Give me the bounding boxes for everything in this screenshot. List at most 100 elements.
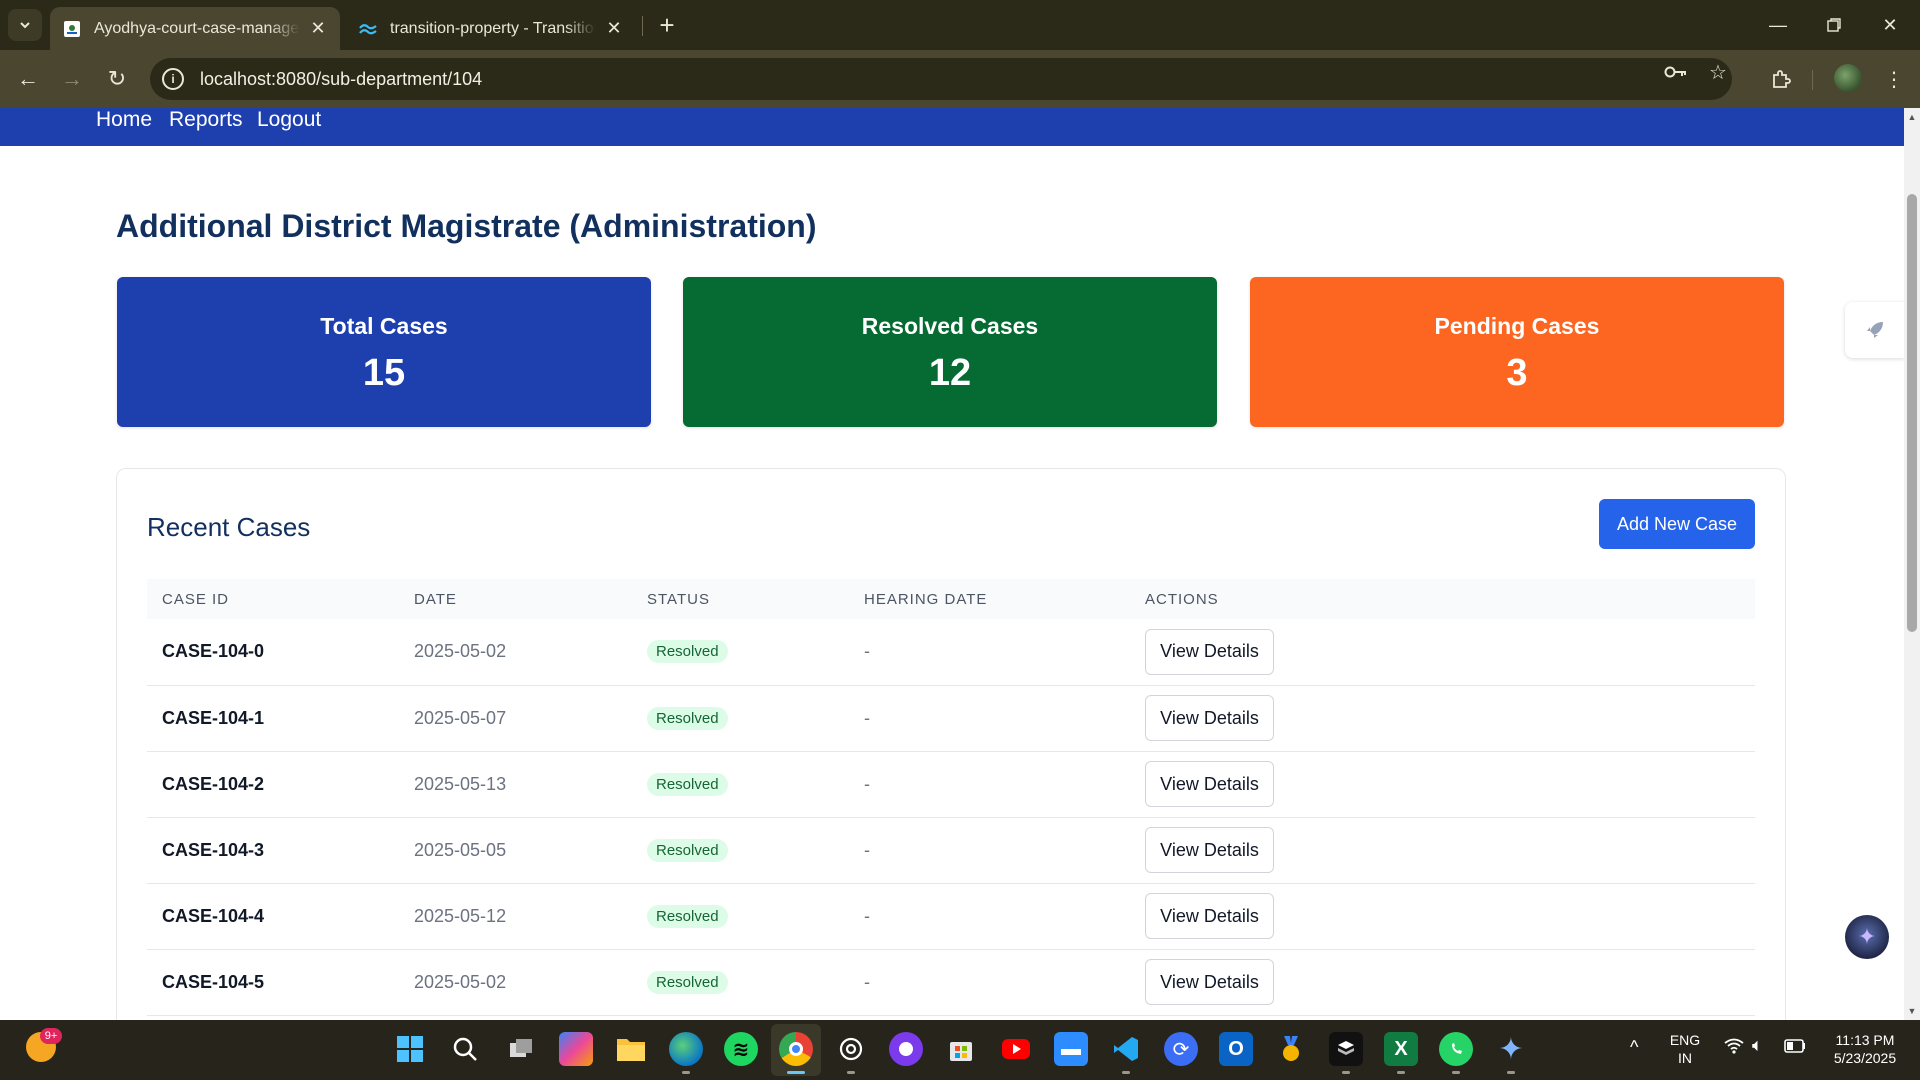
profile-avatar[interactable] [1834, 64, 1862, 92]
chrome-icon[interactable] [779, 1032, 813, 1066]
whatsapp-icon[interactable] [1439, 1032, 1473, 1066]
file-explorer-icon[interactable] [614, 1032, 648, 1066]
running-indicator [1452, 1071, 1460, 1074]
extensions-icon[interactable] [1765, 63, 1797, 95]
nav-link-reports[interactable]: Reports [169, 108, 243, 132]
add-new-case-button[interactable]: Add New Case [1599, 499, 1755, 549]
actions-cell: View Details [1130, 619, 1755, 686]
nav-link-home[interactable]: Home [96, 108, 152, 132]
forward-arrow-icon[interactable]: → [56, 63, 88, 95]
view-details-button[interactable]: View Details [1145, 761, 1274, 807]
stat-card-resolved: Resolved Cases 12 [683, 277, 1217, 427]
hearing-date-cell: - [849, 685, 1130, 752]
clock[interactable]: 11:13 PM 5/23/2025 [1820, 1031, 1910, 1067]
password-key-icon[interactable] [1664, 60, 1688, 84]
tab-divider [642, 16, 643, 36]
tab-ayodhya[interactable]: Ayodhya-court-case-manageme ✕ [50, 7, 340, 50]
status-cell: Resolved [632, 751, 849, 818]
status-badge: Resolved [647, 772, 728, 796]
app-icon[interactable] [1329, 1032, 1363, 1066]
chatgpt-icon[interactable] [834, 1032, 868, 1066]
hearing-date-cell: - [849, 817, 1130, 884]
restore-window-icon[interactable] [1806, 0, 1862, 50]
close-tab-icon[interactable]: ✕ [604, 18, 624, 39]
tab-search-button[interactable] [8, 9, 42, 41]
zoom-icon[interactable]: ▬ [1054, 1032, 1088, 1066]
page-scrollbar[interactable]: ▲ ▼ [1904, 108, 1920, 1020]
url-text[interactable]: localhost:8080/sub-department/104 [200, 69, 482, 90]
date-cell: 2025-05-13 [399, 751, 632, 818]
browser-menu-icon[interactable]: ⋮ [1878, 63, 1910, 95]
reload-icon[interactable]: ↻ [101, 63, 133, 95]
tab-title: transition-property - Transitions [390, 19, 596, 37]
microsoft-store-icon[interactable] [944, 1032, 978, 1066]
show-hidden-icons-chevron-icon[interactable]: ^ [1630, 1038, 1638, 1056]
stat-label: Pending Cases [1434, 313, 1600, 339]
column-header-actions: ACTIONS [1145, 590, 1219, 608]
wifi-icon[interactable] [1724, 1038, 1744, 1057]
tab-title: Ayodhya-court-case-manageme [94, 19, 300, 37]
view-details-button[interactable]: View Details [1145, 628, 1274, 675]
site-info-icon[interactable]: i [162, 68, 184, 90]
search-icon[interactable] [448, 1032, 482, 1066]
status-cell: Resolved [632, 883, 849, 950]
rocket-icon[interactable] [1845, 302, 1904, 358]
table-row: CASE-104-3 2025-05-05 Resolved - View De… [147, 817, 1755, 884]
status-badge: Resolved [647, 706, 728, 730]
status-cell: Resolved [632, 619, 849, 686]
case-id-cell: CASE-104-1 [147, 685, 399, 752]
clock-time: 11:13 PM [1835, 1032, 1895, 1048]
hearing-date-cell: - [849, 751, 1130, 818]
medal-icon[interactable] [1274, 1032, 1308, 1066]
status-badge: Resolved [647, 904, 728, 928]
spotify-icon[interactable]: ≋ [724, 1032, 758, 1066]
view-details-button[interactable]: View Details [1145, 893, 1274, 939]
date-cell: 2025-05-02 [399, 619, 632, 686]
actions-cell: View Details [1130, 751, 1755, 818]
outlook-icon[interactable]: O [1219, 1032, 1253, 1066]
close-tab-icon[interactable]: ✕ [308, 18, 328, 39]
status-cell: Resolved [632, 817, 849, 884]
github-icon[interactable] [889, 1032, 923, 1066]
bookmark-star-icon[interactable]: ☆ [1706, 60, 1730, 84]
case-id-cell: CASE-104-5 [147, 949, 399, 1016]
date-cell: 2025-05-05 [399, 817, 632, 884]
view-details-button[interactable]: View Details [1145, 695, 1274, 741]
back-arrow-icon[interactable]: ← [12, 63, 44, 95]
sync-icon[interactable]: ⟳ [1164, 1032, 1198, 1066]
view-details-button[interactable]: View Details [1145, 827, 1274, 873]
date-cell: 2025-05-02 [399, 949, 632, 1016]
region-code: IN [1678, 1050, 1692, 1066]
new-tab-button[interactable]: + [652, 10, 682, 40]
scroll-down-arrow-icon[interactable]: ▼ [1907, 1006, 1917, 1016]
table-header-row: CASE ID DATE STATUS HEARING DATE ACTIONS [147, 579, 1755, 619]
language-indicator[interactable]: ENG IN [1665, 1031, 1705, 1067]
case-id-cell: CASE-104-4 [147, 883, 399, 950]
close-window-icon[interactable]: ✕ [1862, 0, 1918, 50]
minimize-window-icon[interactable]: — [1750, 0, 1806, 50]
tab-transition-property[interactable]: transition-property - Transitions ✕ [346, 7, 636, 50]
youtube-icon[interactable] [999, 1032, 1033, 1066]
task-view-icon[interactable] [504, 1032, 538, 1066]
view-details-button[interactable]: View Details [1145, 959, 1274, 1005]
windows-start-icon[interactable] [393, 1032, 427, 1066]
toolbar-divider [1812, 70, 1813, 90]
nav-link-logout[interactable]: Logout [257, 108, 321, 132]
battery-icon[interactable] [1784, 1039, 1806, 1057]
vscode-icon[interactable] [1109, 1032, 1143, 1066]
case-id-cell: CASE-104-3 [147, 817, 399, 884]
status-badge: Resolved [647, 970, 728, 994]
table-row: CASE-104-4 2025-05-12 Resolved - View De… [147, 883, 1755, 950]
address-bar[interactable]: i localhost:8080/sub-department/104 [150, 58, 1732, 100]
volume-icon[interactable]: 🔈︎ [1752, 1036, 1763, 1054]
scroll-up-arrow-icon[interactable]: ▲ [1907, 112, 1917, 122]
excel-icon[interactable]: X [1384, 1032, 1418, 1066]
edge-icon[interactable] [669, 1032, 703, 1066]
gemini-icon[interactable]: ✦ [1494, 1032, 1528, 1066]
copilot-icon[interactable] [559, 1032, 593, 1066]
running-indicator [1507, 1071, 1515, 1074]
browser-tab-bar: Ayodhya-court-case-manageme ✕ transition… [0, 0, 1920, 50]
ai-sparkle-icon[interactable]: ✦ [1845, 915, 1889, 959]
scrollbar-thumb[interactable] [1907, 194, 1917, 632]
page-viewport: Home Reports Logout Additional District … [0, 108, 1904, 1020]
